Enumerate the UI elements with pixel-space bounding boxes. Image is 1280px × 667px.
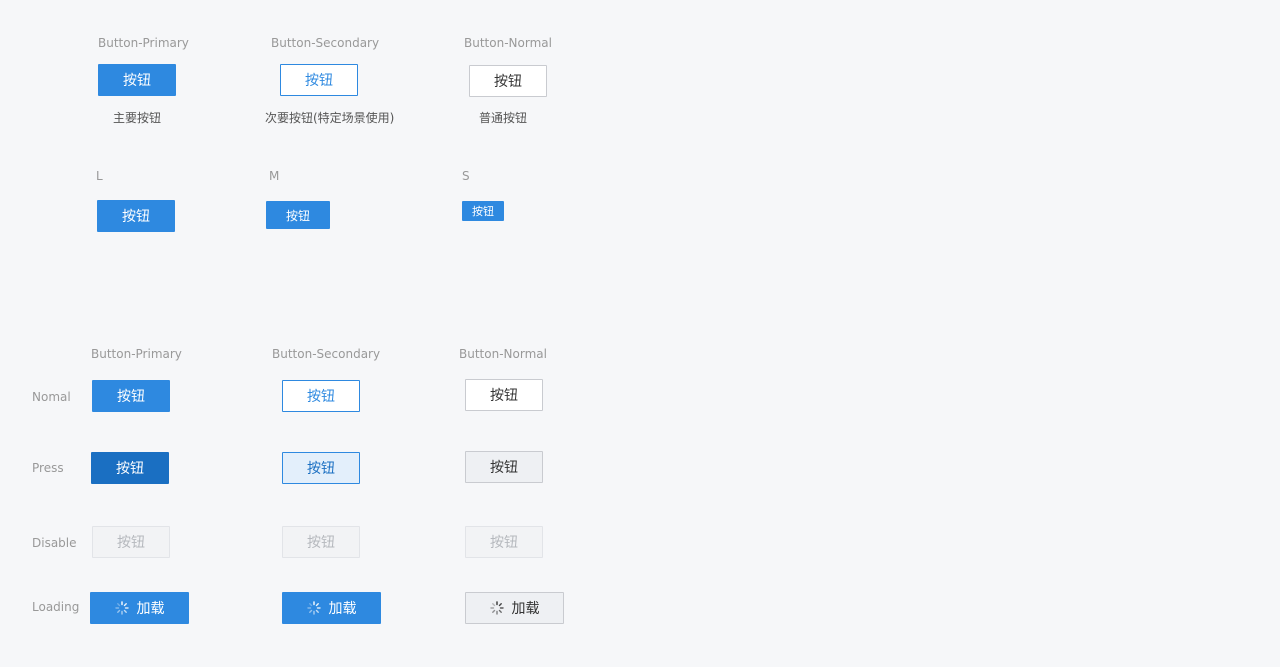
button-label: 按钮 — [307, 535, 335, 551]
loading-label: 加载 — [511, 601, 540, 617]
loading-label: 加载 — [328, 601, 357, 617]
primary-button-label: 按钮 — [123, 73, 151, 89]
primary-normal-button[interactable]: 按钮 — [92, 380, 170, 412]
normal-description: 普通按钮 — [479, 111, 528, 125]
normal-button[interactable]: 按钮 — [469, 65, 547, 97]
size-label-small: S — [462, 169, 470, 183]
primary-button[interactable]: 按钮 — [98, 64, 176, 96]
normal-disabled-button: 按钮 — [465, 526, 543, 558]
state-col-primary: Button-Primary — [91, 347, 182, 361]
small-button[interactable]: 按钮 — [462, 201, 504, 221]
spinner-icon — [306, 601, 321, 615]
type-label-primary: Button-Primary — [98, 36, 189, 50]
button-label: 按钮 — [490, 535, 518, 551]
type-label-normal: Button-Normal — [464, 36, 552, 50]
normal-button-label: 按钮 — [494, 74, 522, 90]
normal-press-button[interactable]: 按钮 — [465, 451, 543, 483]
type-label-secondary: Button-Secondary — [271, 36, 380, 50]
button-label: 按钮 — [117, 389, 145, 405]
secondary-button[interactable]: 按钮 — [280, 64, 358, 96]
normal-loading-button[interactable]: 加载 — [465, 592, 564, 624]
medium-button[interactable]: 按钮 — [266, 201, 330, 229]
secondary-normal-button[interactable]: 按钮 — [282, 380, 360, 412]
primary-disabled-button: 按钮 — [92, 526, 170, 558]
button-label: 按钮 — [490, 388, 518, 404]
primary-loading-button[interactable]: 加载 — [90, 592, 189, 624]
secondary-disabled-button: 按钮 — [282, 526, 360, 558]
row-label-normal: Nomal — [32, 390, 71, 404]
button-label: 按钮 — [117, 535, 145, 551]
medium-button-label: 按钮 — [285, 208, 310, 223]
row-label-press: Press — [32, 461, 64, 475]
secondary-description: 次要按钮(特定场景使用) — [265, 111, 395, 125]
button-label: 按钮 — [307, 389, 335, 405]
button-label: 按钮 — [116, 461, 144, 477]
secondary-loading-button[interactable]: 加载 — [282, 592, 381, 624]
normal-normal-button[interactable]: 按钮 — [465, 379, 543, 411]
button-label: 按钮 — [490, 460, 518, 476]
state-col-secondary: Button-Secondary — [272, 347, 381, 361]
row-label-loading: Loading — [32, 600, 80, 614]
secondary-button-label: 按钮 — [305, 73, 333, 89]
spinner-icon — [114, 601, 129, 615]
primary-press-button[interactable]: 按钮 — [91, 452, 169, 484]
size-label-large: L — [96, 169, 103, 183]
spinner-icon — [489, 601, 504, 615]
large-button[interactable]: 按钮 — [97, 200, 175, 232]
button-label: 按钮 — [307, 461, 335, 477]
large-button-label: 按钮 — [122, 209, 150, 225]
size-label-medium: M — [269, 169, 280, 183]
state-col-normal: Button-Normal — [459, 347, 547, 361]
secondary-press-button[interactable]: 按钮 — [282, 452, 360, 484]
loading-label: 加载 — [136, 601, 165, 617]
small-button-label: 按钮 — [472, 205, 494, 218]
row-label-disable: Disable — [32, 536, 77, 550]
primary-description: 主要按钮 — [113, 111, 162, 125]
